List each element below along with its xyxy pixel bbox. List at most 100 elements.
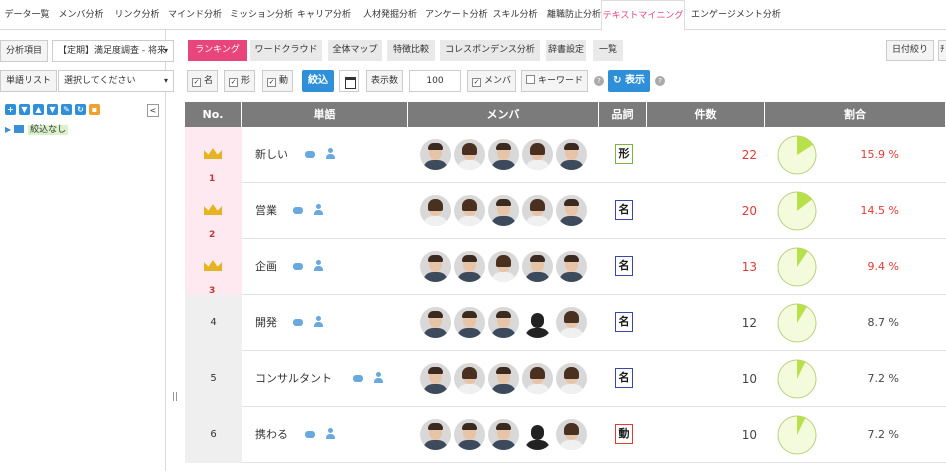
member-avatar[interactable] — [420, 419, 451, 450]
person-icon[interactable] — [325, 148, 335, 160]
member-avatar[interactable] — [454, 307, 485, 338]
member-avatar[interactable] — [522, 419, 553, 450]
display-count-input[interactable]: 100 — [409, 70, 461, 92]
member-avatar[interactable] — [556, 251, 587, 282]
comment-icon[interactable] — [305, 151, 315, 158]
add-icon[interactable]: + — [5, 104, 16, 115]
tab-1[interactable]: データ一覧 — [4, 0, 50, 30]
subtab-2[interactable]: ワードクラウド — [250, 40, 322, 61]
wordlist-select[interactable]: 選択してください ▾ — [58, 70, 174, 92]
tab-12[interactable]: エンゲージメント分析 — [691, 0, 781, 30]
edit-icon[interactable]: ✎ — [61, 104, 72, 115]
word-text[interactable]: 企画 — [255, 239, 277, 295]
column-header[interactable]: 品詞 — [599, 102, 647, 127]
member-avatar[interactable] — [488, 363, 519, 394]
trash-icon[interactable]: ▪ — [89, 104, 100, 115]
show-button[interactable]: ↻ 表示 — [608, 70, 650, 92]
word-text[interactable]: 新しい — [255, 127, 288, 183]
member-avatar[interactable] — [522, 363, 553, 394]
adjective-checkbox[interactable]: ✓ 形 — [224, 70, 256, 92]
comment-icon[interactable] — [353, 375, 363, 382]
table-row[interactable]: 5 コンサルタント 名 10 7.2 % — [185, 351, 946, 407]
word-text[interactable]: 開発 — [255, 295, 277, 351]
person-icon[interactable] — [373, 372, 383, 384]
table-row[interactable]: 4 開発 名 12 8.7 % — [185, 295, 946, 351]
member-avatar[interactable] — [420, 195, 451, 226]
tab-3[interactable]: リンク分析 — [114, 0, 160, 30]
column-header[interactable]: No. — [185, 102, 242, 127]
resize-handle[interactable]: || — [172, 392, 178, 402]
refresh-icon[interactable]: ↻ — [75, 104, 86, 115]
member-avatar[interactable] — [556, 419, 587, 450]
expand-arrow-icon[interactable]: ▶ — [5, 125, 11, 134]
member-avatar[interactable] — [454, 251, 485, 282]
member-avatar[interactable] — [556, 363, 587, 394]
comment-icon[interactable] — [305, 431, 315, 438]
subtab-5[interactable]: コレスポンデンス分析 — [440, 40, 540, 61]
comment-icon[interactable] — [293, 207, 303, 214]
person-icon[interactable] — [313, 204, 323, 216]
word-text[interactable]: 携わる — [255, 407, 288, 463]
filter-button[interactable]: 絞込 — [302, 70, 334, 92]
verb-checkbox[interactable]: ✓ 動 — [262, 70, 294, 92]
tab-9[interactable]: スキル分析 — [491, 0, 539, 30]
comment-icon[interactable] — [293, 263, 303, 270]
person-icon[interactable] — [313, 260, 323, 272]
column-header[interactable]: 件数 — [647, 102, 765, 127]
table-row[interactable]: 6 携わる 動 10 7.2 % — [185, 407, 946, 463]
member-avatar[interactable] — [488, 307, 519, 338]
column-header[interactable]: メンバ — [408, 102, 599, 127]
member-avatar[interactable] — [420, 251, 451, 282]
word-text[interactable]: コンサルタント — [255, 351, 332, 407]
tab-8[interactable]: アンケート分析 — [425, 0, 488, 30]
member-checkbox[interactable]: ✓ メンバ — [467, 70, 517, 92]
tab-2[interactable]: メンバ分析 — [58, 0, 104, 30]
member-avatar[interactable] — [454, 195, 485, 226]
member-avatar[interactable] — [556, 307, 587, 338]
arrow-up-icon[interactable]: ▲ — [33, 104, 44, 115]
member-avatar[interactable] — [454, 419, 485, 450]
member-avatar[interactable] — [522, 251, 553, 282]
date-filter-button[interactable]: 日付絞り — [886, 40, 935, 61]
extra-button[interactable]: ﾁ — [938, 40, 946, 61]
member-avatar[interactable] — [488, 251, 519, 282]
table-row[interactable]: 2 営業 名 20 14.5 % — [185, 183, 946, 240]
subtab-7[interactable]: 一覧 — [593, 40, 623, 61]
member-avatar[interactable] — [522, 307, 553, 338]
table-row[interactable]: 3 企画 名 13 9.4 % — [185, 239, 946, 296]
member-avatar[interactable] — [488, 139, 519, 170]
analysis-item-select[interactable]: 【定期】満足度調査 - 将来 ▾ — [52, 40, 174, 62]
keyword-checkbox[interactable]: キーワード — [521, 70, 589, 92]
member-avatar[interactable] — [454, 139, 485, 170]
collapse-button[interactable]: < — [147, 104, 159, 117]
member-avatar[interactable] — [420, 307, 451, 338]
tab-4[interactable]: マインド分析 — [167, 0, 223, 30]
help-icon[interactable]: ? — [655, 76, 665, 86]
tab-10[interactable]: 離職防止分析 — [546, 0, 602, 30]
person-icon[interactable] — [313, 316, 323, 328]
help-icon[interactable]: ? — [594, 76, 604, 86]
filter-icon[interactable]: ▼ — [19, 104, 30, 115]
person-icon[interactable] — [325, 428, 335, 440]
noun-checkbox[interactable]: ✓ 名 — [187, 70, 219, 92]
member-avatar[interactable] — [454, 363, 485, 394]
member-avatar[interactable] — [420, 139, 451, 170]
subtab-1[interactable]: ランキング — [188, 40, 247, 61]
word-text[interactable]: 営業 — [255, 183, 277, 239]
member-avatar[interactable] — [488, 195, 519, 226]
subtab-6[interactable]: 辞書設定 — [546, 40, 586, 61]
column-header[interactable]: 割合 — [765, 102, 946, 127]
tab-5[interactable]: ミッション分析 — [230, 0, 293, 30]
subtab-3[interactable]: 全体マップ — [328, 40, 382, 61]
subtab-4[interactable]: 特徴比較 — [387, 40, 435, 61]
tree-node[interactable]: ▶ 絞込なし — [5, 123, 69, 137]
member-avatar[interactable] — [522, 195, 553, 226]
member-avatar[interactable] — [556, 195, 587, 226]
arrow-down-icon[interactable]: ▼ — [47, 104, 58, 115]
member-avatar[interactable] — [522, 139, 553, 170]
member-avatar[interactable] — [488, 419, 519, 450]
table-row[interactable]: 1 新しい 形 22 15.9 % — [185, 127, 946, 184]
tab-11[interactable]: テキストマイニング — [601, 0, 685, 31]
member-avatar[interactable] — [556, 139, 587, 170]
member-avatar[interactable] — [420, 363, 451, 394]
